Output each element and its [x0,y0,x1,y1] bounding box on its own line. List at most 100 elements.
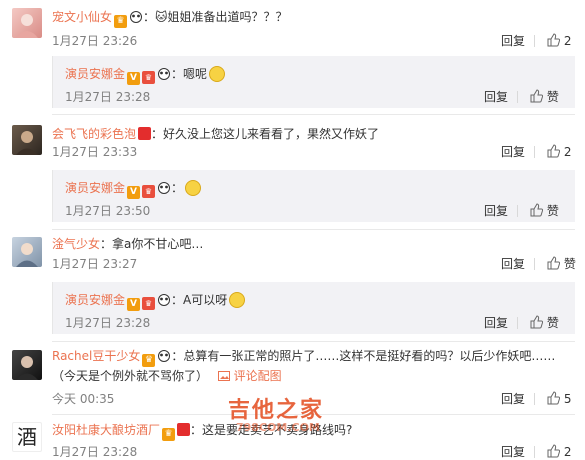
like-button[interactable]: 2 [546,33,571,48]
reply-time: 1月27日 23:50 [65,204,151,218]
replier-name[interactable]: 演员安娜金 [65,181,125,195]
panda-icon [158,294,171,306]
reply-time: 1月27日 23:28 [65,316,151,330]
laugh-emoji-icon [229,292,246,308]
reply-button[interactable]: 回复 [501,145,525,159]
like-count: 5 [563,392,572,406]
thumb-up-icon [547,33,560,47]
grin-emoji-icon [185,180,202,196]
divider [534,35,535,47]
red-packet-icon[interactable] [177,423,191,436]
reply-box: 演员安娜金 V ♛ ：嗯呢 1月27日 23:28 回复 赞 [52,56,575,108]
commenter-name[interactable]: 淦气少女 [52,237,100,251]
comment-time: 1月27日 23:28 [52,445,138,459]
vip-badge-icon[interactable]: ♛ [114,15,128,28]
like-label: 赞 [546,90,559,104]
verified-v-icon[interactable]: V [127,72,141,85]
panda-icon [158,350,171,362]
reply-button[interactable]: 回复 [484,204,508,218]
divider [52,114,575,115]
thumb-up-icon [547,444,560,458]
like-label: 赞 [563,257,576,271]
thumb-up-icon [530,315,543,329]
divider [52,341,575,342]
like-button[interactable]: 2 [546,144,571,159]
divider [534,446,535,458]
vip-badge-icon[interactable]: ♛ [162,428,176,441]
like-button[interactable]: 5 [546,391,571,406]
avatar[interactable] [12,350,42,380]
comment-text-line: Rachel豆干少女 ♛ ：总算有一张正常的照片了……这样不是挺好看的吗？以后少作妖… [52,348,555,367]
comment-text-line: 宠文小仙女 ♛ ：🐱姐姐准备出道吗？？？ [52,9,288,28]
reply-box: 演员安娜金 V ♛ ：A可以呀 1月27日 23:28 回复 赞 [52,282,575,334]
divider [534,258,535,270]
avatar[interactable] [12,125,42,155]
divider [517,205,518,217]
comment-image-link[interactable]: 评论配图 [234,369,282,383]
replier-name[interactable]: 演员安娜金 [65,67,125,81]
commenter-name[interactable]: 汝阳杜康大酿坊酒厂 [52,423,160,437]
comment-time: 1月27日 23:26 [52,34,138,48]
divider [517,317,518,329]
verified-v-icon[interactable]: V [127,186,141,199]
reply-text-line: 演员安娜金 V ♛ ：A可以呀 [65,292,246,311]
panda-icon [158,182,171,194]
reply-content: ： [171,181,184,195]
comment-time: 1月27日 23:27 [52,257,138,271]
commenter-name[interactable]: 会飞飞的彩色泡 [52,127,136,141]
red-packet-icon[interactable] [138,127,152,140]
divider [534,393,535,405]
panda-icon [130,11,143,23]
thumb-up-icon [530,89,543,103]
thumb-up-icon [547,144,560,158]
verified-v-icon[interactable]: V [127,298,141,311]
vip-badge-icon[interactable]: ♛ [142,71,156,84]
reply-button[interactable]: 回复 [501,34,525,48]
vip-badge-icon[interactable]: ♛ [142,185,156,198]
divider [52,229,575,230]
divider [534,146,535,158]
like-button[interactable]: 赞 [529,89,559,104]
smile-emoji-icon [209,66,226,82]
comment-text-line-2: （今天是个例外就不骂你了） 评论配图 [52,368,282,384]
avatar[interactable]: 酒 [12,422,42,452]
reply-time: 1月27日 23:28 [65,90,151,104]
like-button[interactable]: 赞 [529,315,559,330]
like-button[interactable]: 赞 [546,256,576,271]
vip-badge-icon[interactable]: ♛ [142,354,156,367]
reply-button[interactable]: 回复 [484,90,508,104]
avatar[interactable] [12,8,42,38]
comment-content-2: （今天是个例外就不骂你了） [52,369,209,383]
like-count: 2 [563,34,572,48]
thumb-up-icon [547,391,560,405]
like-label: 赞 [546,204,559,218]
comment-content: ：🐱姐姐准备出道吗？？？ [143,10,288,24]
avatar[interactable] [12,237,42,267]
reply-button[interactable]: 回复 [501,392,525,406]
comment-time: 1月27日 23:33 [52,145,138,159]
vip-badge-icon[interactable]: ♛ [142,297,156,310]
panda-icon [158,68,171,80]
comment-content: ：好久没上您这儿来看看了，果然又作妖了 [151,127,380,141]
commenter-name[interactable]: Rachel豆干少女 [52,349,140,363]
reply-button[interactable]: 回复 [484,316,508,330]
like-button[interactable]: 2 [546,444,571,459]
reply-content: ：嗯呢 [171,67,208,81]
thumb-up-icon [530,203,543,217]
thumb-up-icon [547,256,560,270]
reply-button[interactable]: 回复 [501,445,525,459]
replier-name[interactable]: 演员安娜金 [65,293,125,307]
like-button[interactable]: 赞 [529,203,559,218]
divider [517,91,518,103]
reply-text-line: 演员安娜金 V ♛ ：嗯呢 [65,66,226,85]
comment-content: ：拿a你不甘心吧… [100,237,204,251]
comment-text-line: 会飞飞的彩色泡 ：好久没上您这儿来看看了，果然又作妖了 [52,126,379,142]
commenter-name[interactable]: 宠文小仙女 [52,10,112,24]
watermark: 吉他之家 [228,398,325,423]
like-count: 2 [563,445,572,459]
reply-button[interactable]: 回复 [501,257,525,271]
watermark-url: 798COM.COM [236,421,320,434]
reply-text-line: 演员安娜金 V ♛ ： [65,180,202,199]
reply-content: ：A可以呀 [171,293,228,307]
reply-box: 演员安娜金 V ♛ ： 1月27日 23:50 回复 赞 [52,170,575,222]
